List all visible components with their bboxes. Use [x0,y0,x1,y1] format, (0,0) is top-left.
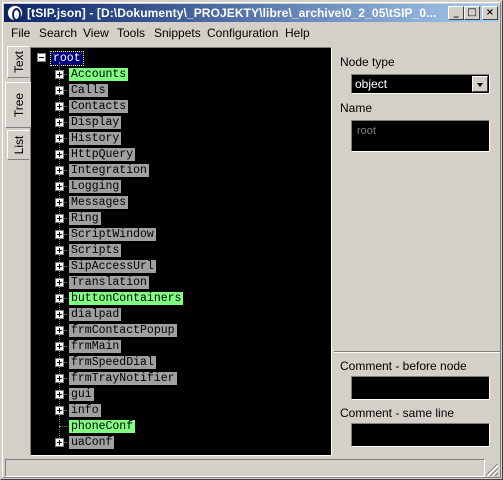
expand-plus-icon[interactable] [55,262,64,271]
tree-node[interactable]: HttpQuery [69,148,136,161]
menu-snippets[interactable]: Snippets [154,26,201,40]
expand-plus-icon[interactable] [55,150,64,159]
tab-text[interactable]: Text [7,46,29,78]
tree-node[interactable]: frmMain [69,340,122,353]
tree-node[interactable]: info [69,404,101,417]
expand-plus-icon[interactable] [55,198,64,207]
panel-splitter[interactable] [334,351,500,353]
expand-plus-icon[interactable] [55,134,64,143]
close-button[interactable]: × [482,6,498,20]
expand-plus-icon[interactable] [55,342,64,351]
tree-node[interactable]: SipAccessUrl [69,260,156,273]
expand-plus-icon[interactable] [55,438,64,447]
status-pane [5,459,485,477]
expand-plus-icon[interactable] [55,86,64,95]
node-type-select[interactable]: object [351,74,490,94]
expand-plus-icon[interactable] [55,310,64,319]
view-tabs: Text Tree List [5,46,31,456]
tree-node[interactable]: buttonContainers [69,292,184,305]
expand-plus-icon[interactable] [55,230,64,239]
title-bar[interactable]: [tSIP.json] - [D:\Dokumenty\_PROJEKTY\li… [4,4,499,22]
menu-bar: File Search View Tools Snippets Configur… [5,24,499,42]
node-properties-panel: Node type object Name root Comment - bef… [334,47,500,456]
tree-node[interactable]: Scripts [69,244,122,257]
comment-before-label: Comment - before node [340,359,467,373]
tree-node[interactable]: frmContactPopup [69,324,177,337]
tree-node[interactable]: Integration [69,164,149,177]
minimize-button[interactable]: _ [448,6,464,20]
tree-node[interactable]: phoneConf [69,420,136,433]
menu-configuration[interactable]: Configuration [207,26,278,40]
node-type-label: Node type [340,55,395,69]
tab-tree-label: Tree [11,92,26,118]
tab-list[interactable]: List [7,130,29,160]
chevron-down-icon[interactable] [472,76,488,92]
menu-view[interactable]: View [83,26,109,40]
expand-plus-icon[interactable] [55,326,64,335]
maximize-button[interactable]: □ [464,6,480,20]
tree-node[interactable]: Contacts [69,100,129,113]
tree-node[interactable]: uaConf [69,436,115,449]
expand-plus-icon[interactable] [55,214,64,223]
tree-node[interactable]: gui [69,388,94,401]
status-bar [5,459,499,477]
tree-node[interactable]: Messages [69,196,129,209]
name-field[interactable]: root [351,120,490,152]
expand-plus-icon[interactable] [55,182,64,191]
tree-node[interactable]: ScriptWindow [69,228,156,241]
name-label: Name [340,101,373,115]
name-value: root [357,125,376,137]
menu-help[interactable]: Help [285,26,310,40]
tree-node[interactable]: Ring [69,212,101,225]
expand-plus-icon[interactable] [55,166,64,175]
tree-branch-line [59,426,67,427]
expand-plus-icon[interactable] [55,390,64,399]
window-title: [tSIP.json] - [D:\Dokumenty\_PROJEKTY\li… [27,6,437,20]
expand-plus-icon[interactable] [55,358,64,367]
tab-text-label: Text [11,50,26,74]
expand-plus-icon[interactable] [55,70,64,79]
tree-view[interactable]: root Accounts Calls Contacts Display History… [30,47,332,456]
expand-plus-icon[interactable] [55,118,64,127]
menu-search[interactable]: Search [39,26,77,40]
comment-before-field[interactable] [351,376,490,400]
resize-grip-icon[interactable] [486,464,498,476]
expand-plus-icon[interactable] [55,294,64,303]
menu-tools[interactable]: Tools [117,26,145,40]
tab-tree[interactable]: Tree [5,82,31,128]
app-window: [tSIP.json] - [D:\Dokumenty\_PROJEKTY\li… [0,0,503,480]
tree-node[interactable]: History [69,132,122,145]
tree-node[interactable]: Calls [69,84,108,97]
tree-node[interactable]: dialpad [69,308,122,321]
tree-node[interactable]: Accounts [69,68,129,81]
tree-node[interactable]: frmTrayNotifier [69,372,177,385]
comment-same-line-field[interactable] [351,423,490,447]
node-type-value: object [355,77,388,91]
app-logo-icon[interactable] [7,5,23,21]
tab-list-label: List [11,135,26,155]
root-collapse-icon[interactable] [37,53,46,62]
tree-node[interactable]: Display [69,116,122,129]
tree-node[interactable]: Translation [69,276,149,289]
menu-file[interactable]: File [11,26,30,40]
expand-plus-icon[interactable] [55,374,64,383]
comment-same-line-label: Comment - same line [340,406,455,420]
tree-root-node[interactable]: root [50,51,84,66]
expand-plus-icon[interactable] [55,406,64,415]
tree-node[interactable]: Logging [69,180,122,193]
expand-plus-icon[interactable] [55,278,64,287]
tree-node[interactable]: frmSpeedDial [69,356,156,369]
expand-plus-icon[interactable] [55,102,64,111]
expand-plus-icon[interactable] [55,246,64,255]
